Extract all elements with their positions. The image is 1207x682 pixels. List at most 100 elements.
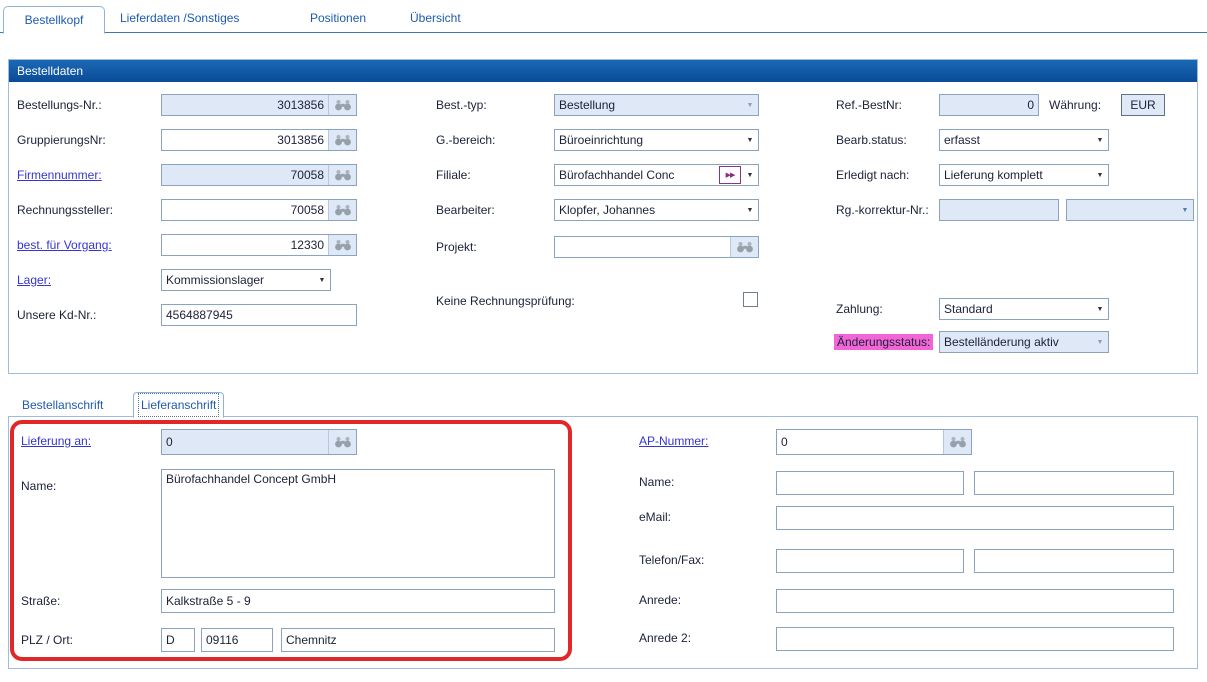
gruppierungs-nr-search-button[interactable] — [328, 130, 356, 150]
filiale-value: Bürofachhandel Conc — [555, 167, 719, 183]
best-typ-label: Best.-typ: — [436, 98, 487, 112]
binoculars-icon — [334, 204, 352, 216]
liefer-name-label: Name: — [21, 479, 56, 493]
telefon-fax-label: Telefon/Fax: — [639, 553, 704, 567]
firmennummer-search-button[interactable] — [328, 165, 356, 185]
ap-name-input-2[interactable] — [974, 471, 1174, 495]
gruppierungs-nr-label: GruppierungsNr: — [17, 133, 106, 147]
tab-bestellanschrift[interactable]: Bestellanschrift — [22, 398, 103, 412]
filiale-goto-button[interactable]: ▶▶ — [719, 166, 741, 184]
zahlung-value: Standard — [940, 301, 1092, 317]
ap-name-input-1[interactable] — [776, 471, 964, 495]
chevron-down-icon: ▼ — [1177, 207, 1193, 214]
email-input[interactable] — [776, 506, 1174, 530]
projekt-input[interactable] — [555, 237, 730, 257]
zahlung-dropdown[interactable]: Standard ▼ — [939, 298, 1109, 320]
filiale-label: Filiale: — [436, 168, 471, 182]
telefon-input[interactable] — [776, 549, 964, 573]
fast-forward-icon: ▶▶ — [726, 171, 735, 179]
ap-nummer-link[interactable]: AP-Nummer: — [639, 434, 708, 448]
lieferung-an-search-button[interactable] — [328, 430, 356, 454]
best-typ-value: Bestellung — [555, 97, 742, 113]
chevron-down-icon: ▼ — [742, 137, 758, 144]
firmennummer-link[interactable]: Firmennummer: — [17, 168, 102, 182]
email-label: eMail: — [639, 510, 671, 524]
plz-input[interactable] — [201, 628, 273, 652]
best-fuer-vorgang-input[interactable] — [162, 235, 328, 255]
keine-rechnungspruefung-label: Keine Rechnungsprüfung: — [436, 294, 575, 308]
waehrung-label: Währung: — [1049, 98, 1101, 112]
bearbeiter-value: Klopfer, Johannes — [555, 202, 742, 218]
tab-lieferanschrift[interactable]: Lieferanschrift — [133, 392, 224, 418]
anrede2-label: Anrede 2: — [639, 631, 691, 645]
ref-bestnr-input — [939, 94, 1039, 116]
erledigt-nach-dropdown[interactable]: Lieferung komplett ▼ — [939, 164, 1109, 186]
projekt-search-button[interactable] — [730, 237, 758, 257]
filiale-dropdown[interactable]: Bürofachhandel Conc ▶▶ ▼ — [554, 164, 759, 186]
keine-rechnungspruefung-checkbox[interactable] — [743, 292, 758, 307]
ap-name-label: Name: — [639, 475, 674, 489]
firmennummer-field — [161, 164, 357, 186]
chevron-down-icon: ▼ — [1092, 172, 1108, 179]
anrede-input[interactable] — [776, 589, 1174, 613]
anrede2-input[interactable] — [776, 627, 1174, 651]
ap-nummer-search-button[interactable] — [943, 430, 971, 454]
binoculars-icon — [949, 436, 967, 448]
binoculars-icon — [334, 134, 352, 146]
tab-bestellkopf[interactable]: Bestellkopf — [3, 6, 105, 34]
strasse-input[interactable] — [161, 589, 555, 613]
lieferung-an-field — [161, 429, 357, 455]
bestellungs-nr-input — [162, 95, 328, 115]
zahlung-label: Zahlung: — [836, 302, 883, 316]
fax-input[interactable] — [974, 549, 1174, 573]
tab-lieferanschrift-label: Lieferanschrift — [138, 393, 219, 417]
lieferung-an-input — [162, 430, 328, 454]
rg-korrektur-nr-dropdown: ▼ — [1066, 199, 1194, 221]
chevron-down-icon: ▼ — [742, 207, 758, 214]
ap-nummer-field — [776, 429, 972, 455]
tab-strip-underline — [0, 32, 1207, 33]
bestellungs-nr-field — [161, 94, 357, 116]
ort-input[interactable] — [281, 628, 555, 652]
tab-positionen[interactable]: Positionen — [310, 11, 366, 25]
best-fuer-vorgang-search-button[interactable] — [328, 235, 356, 255]
tab-uebersicht[interactable]: Übersicht — [410, 11, 461, 25]
lager-dropdown[interactable]: Kommissionslager ▼ — [161, 269, 331, 291]
gruppierungs-nr-input[interactable] — [162, 130, 328, 150]
bestelldaten-panel-title: Bestelldaten — [9, 60, 1197, 82]
waehrung-input — [1121, 94, 1165, 116]
bearbeiter-dropdown[interactable]: Klopfer, Johannes ▼ — [554, 199, 759, 221]
unsere-kd-nr-input[interactable] — [161, 304, 357, 326]
lager-link[interactable]: Lager: — [17, 273, 51, 287]
erledigt-nach-label: Erledigt nach: — [836, 168, 909, 182]
bearb-status-dropdown[interactable]: erfasst ▼ — [939, 129, 1109, 151]
aenderungsstatus-dropdown: Bestelländerung aktiv ▼ — [939, 331, 1109, 353]
chevron-down-icon: ▼ — [1092, 137, 1108, 144]
anrede-label: Anrede: — [639, 593, 681, 607]
lieferung-an-link[interactable]: Lieferung an: — [21, 434, 91, 448]
projekt-label: Projekt: — [436, 240, 477, 254]
country-input[interactable] — [161, 628, 195, 652]
binoculars-icon — [334, 99, 352, 111]
liefer-name-textarea[interactable]: Bürofachhandel Concept GmbH — [161, 469, 555, 578]
lager-value: Kommissionslager — [162, 272, 314, 288]
chevron-down-icon: ▼ — [742, 172, 758, 179]
rechnungssteller-input[interactable] — [162, 200, 328, 220]
aenderungsstatus-value: Bestelländerung aktiv — [940, 334, 1092, 350]
ap-nummer-input[interactable] — [777, 430, 943, 454]
g-bereich-value: Büroeinrichtung — [555, 132, 742, 148]
rechnungssteller-search-button[interactable] — [328, 200, 356, 220]
bestellungs-nr-search-button[interactable] — [328, 95, 356, 115]
tab-lieferdaten-sonstiges[interactable]: Lieferdaten /Sonstiges — [120, 11, 239, 25]
chevron-down-icon: ▼ — [1092, 339, 1108, 346]
rg-korrektur-nr-dropdown-value — [1067, 209, 1177, 211]
best-fuer-vorgang-link[interactable]: best. für Vorgang: — [17, 238, 112, 252]
binoculars-icon — [334, 239, 352, 251]
chevron-down-icon: ▼ — [1092, 306, 1108, 313]
anschrift-panel: Lieferung an: Name: Bürofachhandel Conce… — [8, 416, 1198, 669]
rechnungssteller-label: Rechnungssteller: — [17, 203, 113, 217]
plz-ort-label: PLZ / Ort: — [21, 633, 73, 647]
best-typ-dropdown: Bestellung ▼ — [554, 94, 759, 116]
rg-korrektur-nr-label: Rg.-korrektur-Nr.: — [836, 203, 929, 217]
g-bereich-dropdown[interactable]: Büroeinrichtung ▼ — [554, 129, 759, 151]
